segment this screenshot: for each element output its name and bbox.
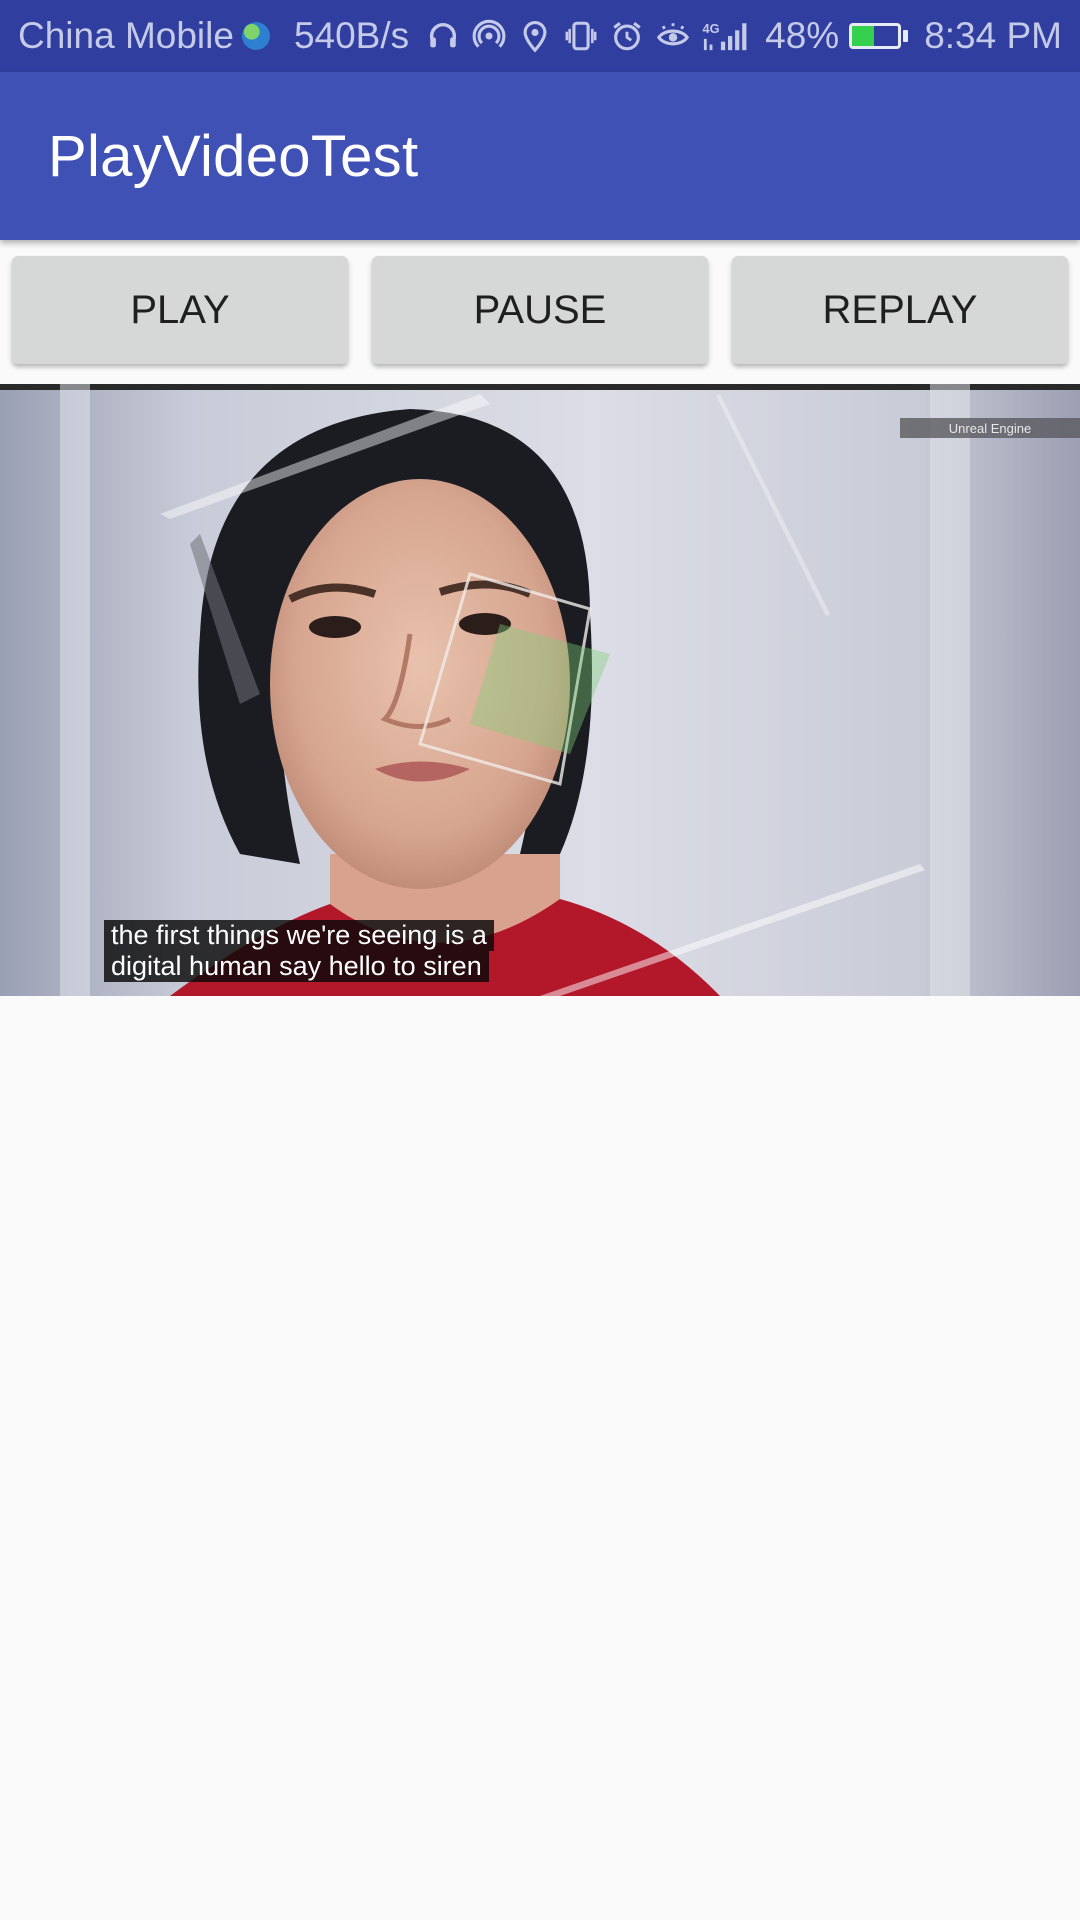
empty-content-area [0,996,1080,1920]
video-watermark: Unreal Engine [900,418,1080,438]
alarm-icon [609,18,645,54]
headphones-icon [425,18,461,54]
net-speed: 540B/s [293,15,410,56]
play-button[interactable]: PLAY [12,256,348,364]
video-captions: the first things we're seeing is a digit… [104,920,494,982]
app-bar: PlayVideoTest [0,72,1080,240]
eye-icon [655,18,691,54]
vibrate-icon [563,18,599,54]
carrier-label: China Mobile [18,15,234,56]
status-bar: China Mobile 540B/s 4G 48% 8:34 PM [0,0,1080,72]
hotspot-icon [471,18,507,54]
control-buttons: PLAY PAUSE REPLAY [12,256,1068,364]
svg-text:4G: 4G [703,21,720,36]
replay-button[interactable]: REPLAY [732,256,1068,364]
video-view[interactable]: Unreal Engine the first things we're see… [0,384,1080,996]
caption-line: the first things we're seeing is a [104,920,494,951]
battery-icon [849,23,909,49]
signal-icon: 4G [701,18,755,54]
battery-percent: 48% [765,15,840,56]
pause-button[interactable]: PAUSE [372,256,708,364]
video-frame [0,384,1080,996]
globe-icon [241,22,270,50]
app-title: PlayVideoTest [48,123,419,189]
location-icon [517,18,553,54]
caption-line: digital human say hello to siren [104,951,489,982]
clock: 8:34 PM [924,15,1062,56]
